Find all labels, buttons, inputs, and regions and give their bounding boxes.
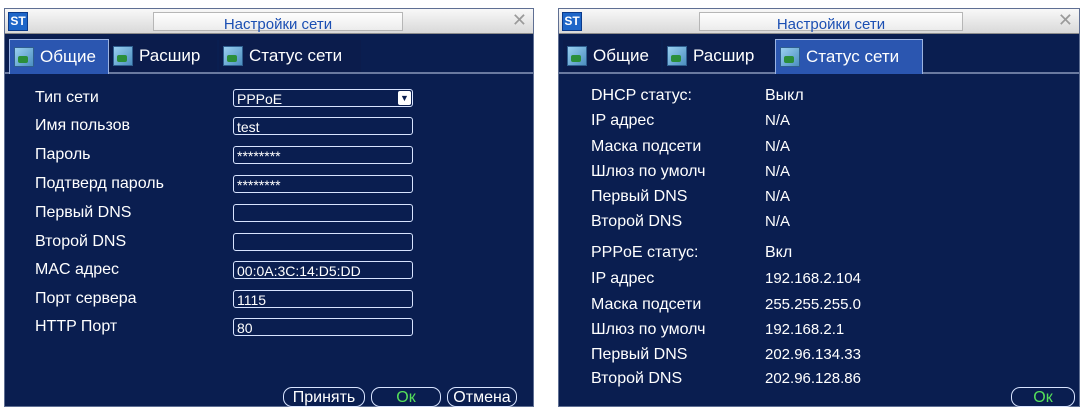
pppoe-ip-value: 192.168.2.104 — [765, 270, 861, 287]
chevron-down-icon[interactable]: ▼ — [398, 91, 411, 105]
window-title: Настройки сети — [776, 16, 886, 33]
network-icon — [780, 47, 800, 67]
ok-button[interactable]: Ок — [1011, 387, 1075, 407]
tab-general[interactable]: Общие — [9, 39, 109, 74]
primary-dns-field[interactable] — [233, 204, 413, 222]
pppoe-primary-dns-label: Первый DNS — [591, 346, 688, 363]
network-icon — [567, 46, 587, 66]
tab-label: Общие — [40, 47, 96, 66]
network-icon — [223, 46, 243, 66]
dhcp-status-label: DHCP статус: — [591, 87, 692, 104]
pppoe-status-label: PPPoE статус: — [591, 244, 699, 261]
tab-label: Расшир — [693, 46, 755, 65]
http-port-field[interactable]: 80 — [233, 318, 413, 336]
dhcp-status-value: Выкл — [765, 87, 804, 104]
mac-address-label: MAC адрес — [35, 261, 120, 278]
title-bar: ST Настройки сети ✕ — [5, 9, 533, 34]
tab-bar: Общие Расшир Статус сети — [559, 34, 1079, 74]
secondary-dns-field[interactable] — [233, 233, 413, 251]
dhcp-secondary-dns-value: N/A — [765, 213, 791, 230]
network-icon — [113, 46, 133, 66]
dhcp-subnet-value: N/A — [765, 138, 791, 155]
network-settings-window-status: ST Настройки сети ✕ Общие Расшир Статус … — [558, 8, 1080, 407]
window-title: Настройки сети — [223, 16, 333, 33]
cancel-button[interactable]: Отмена — [447, 387, 517, 407]
dhcp-primary-dns-value: N/A — [765, 188, 791, 205]
apply-button[interactable]: Принять — [283, 387, 365, 407]
app-logo-icon: ST — [8, 12, 28, 31]
pppoe-secondary-dns-value: 202.96.128.86 — [765, 370, 861, 387]
confirm-password-label: Подтверд пароль — [35, 175, 164, 192]
network-type-value: PPPoE — [237, 91, 283, 107]
dhcp-ip-value: N/A — [765, 112, 791, 129]
dhcp-subnet-label: Маска подсети — [591, 138, 702, 155]
username-label: Имя пользов — [35, 117, 131, 134]
dhcp-ip-label: IP адрес — [591, 112, 655, 129]
network-icon — [667, 46, 687, 66]
pppoe-secondary-dns-label: Второй DNS — [591, 370, 683, 387]
tab-label: Расшир — [139, 46, 201, 65]
pppoe-subnet-label: Маска подсети — [591, 296, 702, 313]
pppoe-ip-label: IP адрес — [591, 270, 655, 287]
secondary-dns-label: Второй DNS — [35, 233, 127, 250]
pppoe-gateway-value: 192.168.2.1 — [765, 321, 845, 338]
title-box: Настройки сети — [153, 12, 403, 33]
tab-advanced[interactable]: Расшир — [663, 40, 773, 72]
tab-network-status[interactable]: Статус сети — [219, 40, 361, 72]
pppoe-gateway-label: Шлюз по умолч — [591, 321, 706, 338]
confirm-password-field[interactable]: ******** — [233, 175, 413, 193]
password-label: Пароль — [35, 146, 91, 163]
tab-label: Статус сети — [806, 47, 900, 66]
title-box: Настройки сети — [699, 12, 963, 33]
tab-label: Статус сети — [249, 46, 343, 65]
password-field[interactable]: ******** — [233, 146, 413, 164]
dhcp-gateway-label: Шлюз по умолч — [591, 163, 706, 180]
username-field[interactable]: test — [233, 117, 413, 135]
tab-network-status[interactable]: Статус сети — [775, 39, 923, 74]
title-bar: ST Настройки сети ✕ — [559, 9, 1079, 34]
tab-advanced[interactable]: Расшир — [109, 40, 217, 72]
mac-address-field[interactable]: 00:0A:3C:14:D5:DD — [233, 261, 413, 279]
close-icon[interactable]: ✕ — [512, 10, 527, 30]
tab-general[interactable]: Общие — [563, 40, 661, 72]
dhcp-primary-dns-label: Первый DNS — [591, 188, 688, 205]
pppoe-subnet-value: 255.255.255.0 — [765, 296, 861, 313]
server-port-label: Порт сервера — [35, 290, 137, 307]
network-icon — [14, 47, 34, 67]
close-icon[interactable]: ✕ — [1058, 10, 1073, 30]
pppoe-status-value: Вкл — [765, 244, 793, 261]
app-logo-icon: ST — [562, 12, 582, 31]
http-port-label: HTTP Порт — [35, 318, 118, 335]
ok-button[interactable]: Ок — [371, 387, 441, 407]
tab-bar: Общие Расшир Статус сети — [5, 34, 533, 74]
server-port-field[interactable]: 1115 — [233, 290, 413, 308]
network-type-select[interactable]: PPPoE ▼ — [233, 89, 413, 107]
tab-label: Общие — [593, 46, 649, 65]
dhcp-gateway-value: N/A — [765, 163, 791, 180]
primary-dns-label: Первый DNS — [35, 204, 132, 221]
pppoe-primary-dns-value: 202.96.134.33 — [765, 346, 861, 363]
dhcp-secondary-dns-label: Второй DNS — [591, 213, 683, 230]
network-settings-window-general: ST Настройки сети ✕ Общие Расшир Статус … — [4, 8, 534, 407]
network-type-label: Тип сети — [35, 89, 99, 106]
